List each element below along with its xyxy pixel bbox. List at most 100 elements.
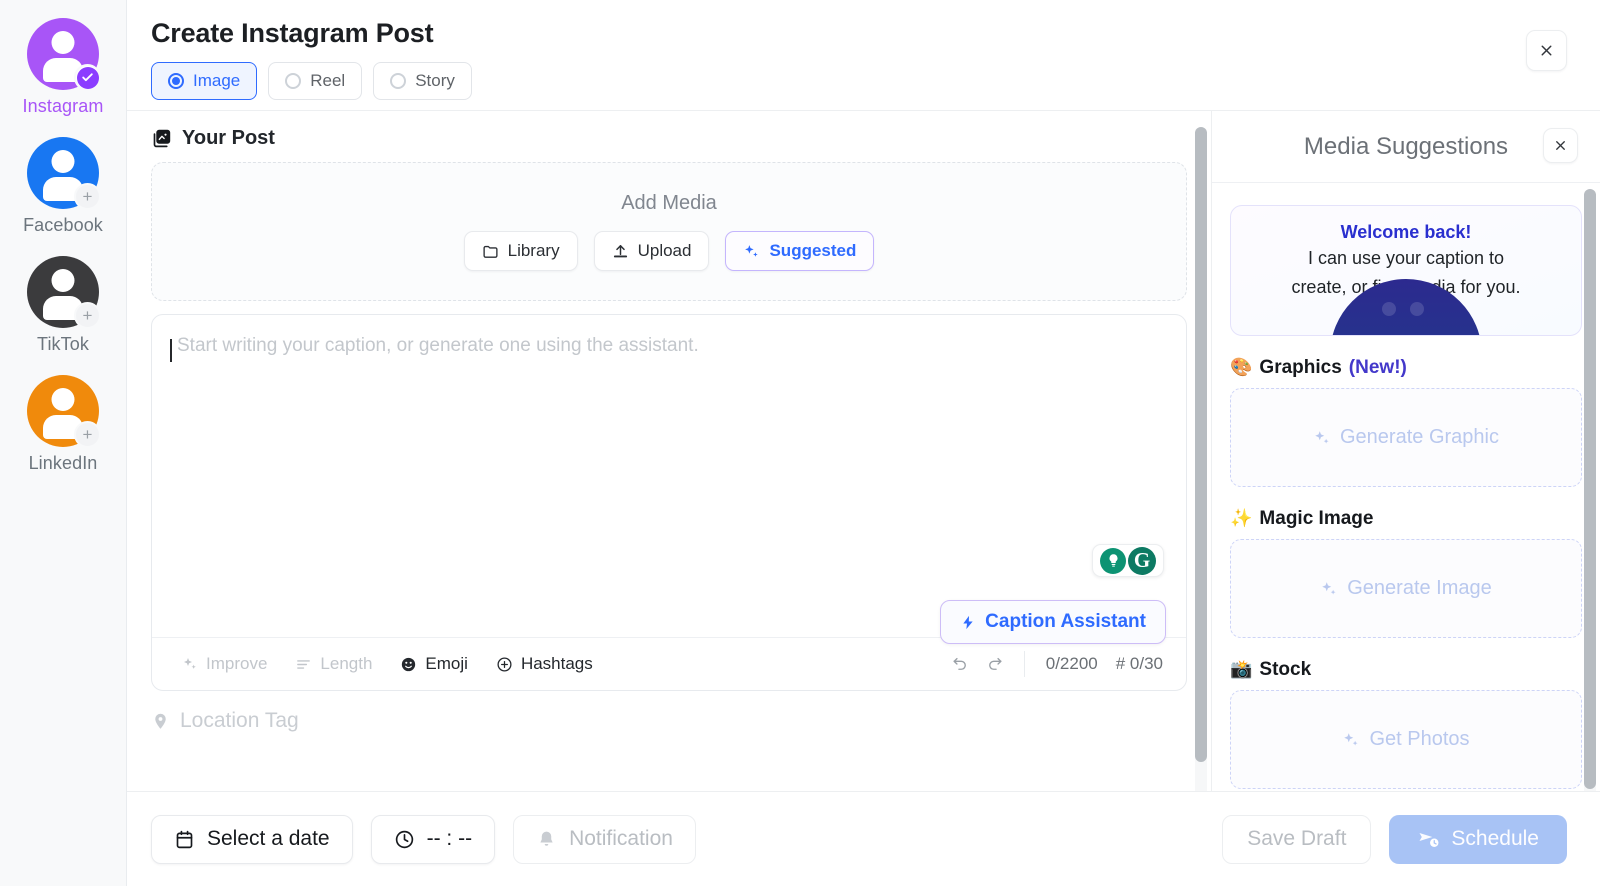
grammarly-bulb-icon[interactable]	[1100, 547, 1126, 574]
length-button[interactable]: Length	[281, 647, 386, 681]
close-modal-button[interactable]	[1526, 30, 1567, 71]
palette-icon: 🎨	[1230, 357, 1253, 377]
upload-icon	[612, 243, 629, 260]
plus-badge: +	[74, 421, 101, 448]
location-tag-field[interactable]: Location Tag	[151, 709, 1187, 733]
welcome-card: Welcome back! I can use your caption to …	[1230, 205, 1582, 336]
hashtags-label: Hashtags	[520, 654, 593, 673]
new-badge: (New!)	[1348, 357, 1407, 378]
grammarly-widget[interactable]: G	[1092, 544, 1164, 577]
modal-header: Create Instagram Post Image Reel Story	[127, 0, 1600, 111]
folder-icon	[482, 243, 499, 260]
editor-scrollbar[interactable]	[1195, 127, 1207, 858]
camera-icon: 📸	[1230, 659, 1253, 679]
page-title: Create Instagram Post	[151, 18, 434, 48]
sparkles-icon: ✨	[1230, 508, 1253, 528]
upload-button[interactable]: Upload	[593, 231, 710, 271]
save-draft-button[interactable]: Save Draft	[1222, 814, 1372, 864]
media-suggestions-panel: Media Suggestions Welcome back! I can us…	[1211, 111, 1600, 886]
account-instagram[interactable]: Instagram	[23, 18, 104, 117]
account-rail: Instagram + Facebook + TikTok + LinkedIn	[0, 0, 127, 886]
stock-title: Stock	[1259, 659, 1312, 680]
plus-badge: +	[73, 183, 101, 210]
account-tiktok[interactable]: + TikTok	[27, 256, 101, 355]
account-linkedin[interactable]: + LinkedIn	[27, 375, 101, 474]
caption-editor[interactable]: Start writing your caption, or generate …	[151, 314, 1187, 691]
select-time-button[interactable]: -- : --	[370, 814, 496, 864]
character-counter: 0/2200	[1045, 654, 1098, 673]
account-label-linkedin: LinkedIn	[28, 453, 98, 473]
bell-icon	[536, 829, 557, 850]
post-type-label: Image	[193, 71, 241, 90]
library-label: Library	[507, 241, 560, 260]
library-button[interactable]: Library	[463, 231, 578, 271]
post-type-reel[interactable]: Reel	[268, 62, 363, 100]
improve-button[interactable]: Improve	[168, 647, 281, 681]
sparkle-icon	[182, 656, 198, 672]
caption-assistant-label: Caption Assistant	[985, 611, 1146, 632]
get-photos-label: Get Photos	[1369, 728, 1470, 750]
bolt-icon	[960, 613, 976, 632]
caption-toolbar: Improve Length Emoji Hashtags 0/2200 # 0…	[152, 637, 1186, 690]
grammarly-g-icon[interactable]: G	[1128, 546, 1156, 575]
select-date-button[interactable]: Select a date	[151, 814, 353, 864]
radio-icon	[285, 73, 302, 89]
post-type-group: Image Reel Story	[151, 62, 1578, 100]
save-draft-label: Save Draft	[1247, 827, 1347, 850]
welcome-heading: Welcome back!	[1340, 222, 1472, 242]
caption-assistant-button[interactable]: Caption Assistant	[940, 600, 1166, 644]
add-media-buttons: Library Upload Suggested	[463, 231, 875, 271]
upload-label: Upload	[637, 241, 692, 260]
section-stock: 📸 Stock Get Photos	[1230, 659, 1582, 789]
lines-icon	[295, 656, 312, 673]
redo-button[interactable]	[978, 649, 1012, 679]
length-label: Length	[320, 654, 373, 673]
robot-eye-right	[1410, 302, 1424, 316]
account-facebook[interactable]: + Facebook	[23, 137, 103, 236]
generate-graphic-button[interactable]: Generate Graphic	[1230, 388, 1582, 487]
facebook-avatar: +	[26, 137, 101, 210]
radio-icon	[168, 73, 184, 89]
account-label-facebook: Facebook	[23, 215, 103, 235]
account-label-instagram: Instagram	[22, 96, 104, 116]
welcome-line1: I can use your caption to	[1307, 248, 1505, 268]
editor-scroll-thumb[interactable]	[1195, 127, 1207, 762]
select-date-label: Select a date	[207, 827, 330, 850]
generate-image-label: Generate Image	[1347, 577, 1492, 599]
close-suggestions-button[interactable]	[1543, 128, 1578, 163]
sparkle-icon	[743, 243, 760, 260]
clock-icon	[394, 829, 415, 850]
stock-heading: 📸 Stock	[1230, 659, 1582, 681]
sparkle-icon	[1313, 429, 1331, 447]
improve-label: Improve	[206, 654, 268, 673]
emoji-button[interactable]: Emoji	[386, 647, 482, 681]
your-post-label: Your Post	[182, 127, 275, 149]
suggestions-scroll-thumb[interactable]	[1584, 189, 1596, 789]
select-time-label: -- : --	[426, 827, 473, 850]
modal-footer: Select a date -- : -- Notification Save …	[127, 791, 1600, 886]
suggestions-scrollbar[interactable]	[1584, 189, 1596, 798]
radio-icon	[390, 73, 407, 89]
caption-textarea[interactable]: Start writing your caption, or generate …	[152, 315, 1186, 637]
robot-eye-left	[1382, 302, 1396, 316]
add-media-title: Add Media	[621, 192, 717, 214]
caption-placeholder: Start writing your caption, or generate …	[177, 335, 699, 356]
hashtags-button[interactable]: Hashtags	[482, 647, 607, 681]
text-caret	[170, 339, 172, 362]
schedule-button[interactable]: Schedule	[1389, 814, 1567, 864]
main-pane: Create Instagram Post Image Reel Story Y…	[127, 0, 1600, 886]
undo-button[interactable]	[944, 649, 978, 679]
media-dropzone[interactable]: Add Media Library Upload Suggested	[151, 162, 1187, 301]
generate-image-button[interactable]: Generate Image	[1230, 539, 1582, 638]
suggested-label: Suggested	[769, 241, 857, 260]
notification-button[interactable]: Notification	[513, 814, 696, 864]
get-photos-button[interactable]: Get Photos	[1230, 690, 1582, 789]
post-type-image[interactable]: Image	[151, 62, 258, 100]
editor-and-suggestions: Your Post Add Media Library Upload Sugge…	[127, 111, 1600, 886]
post-type-story[interactable]: Story	[373, 62, 472, 100]
calendar-icon	[174, 829, 195, 850]
magic-image-title: Magic Image	[1259, 508, 1374, 529]
suggested-button[interactable]: Suggested	[725, 231, 875, 271]
graphics-title: Graphics	[1259, 357, 1342, 378]
suggestions-body: Welcome back! I can use your caption to …	[1212, 183, 1600, 886]
